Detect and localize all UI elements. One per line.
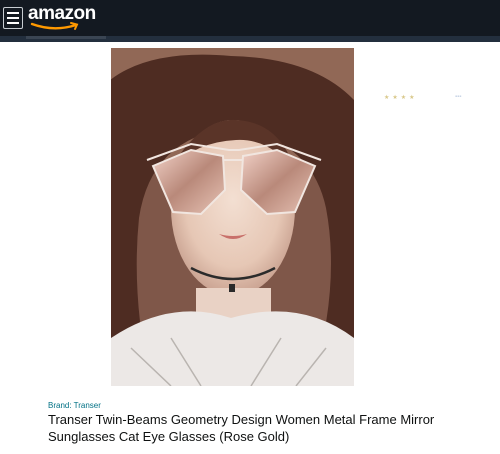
ratings-link-faint: ▪▪▪ — [455, 94, 462, 100]
top-navigation-bar: amazon — [0, 0, 500, 36]
star-rating-faint: ★★★★ — [384, 95, 418, 101]
location-hint — [26, 36, 106, 39]
product-image[interactable] — [111, 48, 354, 386]
sub-navigation-bar — [0, 36, 500, 42]
menu-line-icon — [7, 22, 19, 24]
brand-link[interactable]: Brand: Transer — [48, 401, 101, 410]
product-title: Transer Twin-Beams Geometry Design Women… — [48, 412, 435, 444]
smile-arrow-icon — [30, 22, 79, 30]
hamburger-menu-button[interactable] — [3, 7, 23, 29]
product-photo — [111, 48, 354, 386]
menu-line-icon — [7, 17, 19, 19]
menu-line-icon — [7, 12, 19, 14]
amazon-logo[interactable]: amazon — [28, 4, 96, 32]
